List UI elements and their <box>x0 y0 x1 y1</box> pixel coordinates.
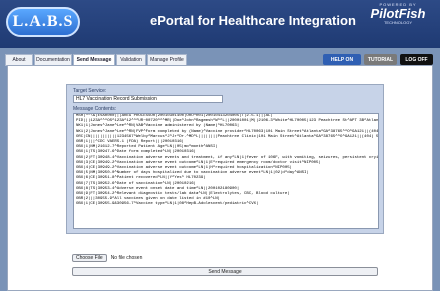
file-upload-row: Choose File No file chosen <box>72 254 142 262</box>
message-contents-textarea[interactable]: MSH|^~\&|EVA0000|||AREG PROCESSOR|200103… <box>73 113 379 229</box>
help-button[interactable]: HELP ON <box>323 54 361 65</box>
message-line: OBX|1|CE|30955-9&30956-7^Vaccine type^LN… <box>76 202 259 207</box>
app-header: L.A.B.S ePortal for Healthcare Integrati… <box>0 0 440 48</box>
send-message-button[interactable]: Send Message <box>72 267 378 276</box>
pilotfish-brand: PilotFish <box>370 6 426 21</box>
logoff-button[interactable]: LOG OFF <box>400 54 433 65</box>
target-service-label: Target Service: <box>73 88 107 94</box>
message-contents-label: Message Contents: <box>73 106 117 112</box>
choose-file-button[interactable]: Choose File <box>72 254 107 262</box>
tutorial-button[interactable]: TUTORIAL <box>364 54 397 65</box>
labs-logo: L.A.B.S <box>6 7 80 37</box>
app-title: ePortal for Healthcare Integration <box>150 13 356 28</box>
pilotfish-logo: POWERED BY PilotFish TECHNOLOGY <box>368 2 428 25</box>
target-service-select[interactable]: HL7 Vaccination Record Submission <box>73 95 223 103</box>
send-message-form: Target Service: HL7 Vaccination Record S… <box>66 84 384 234</box>
file-status-text: No file chosen <box>110 255 143 261</box>
main-panel: Target Service: HL7 Vaccination Record S… <box>7 65 433 291</box>
